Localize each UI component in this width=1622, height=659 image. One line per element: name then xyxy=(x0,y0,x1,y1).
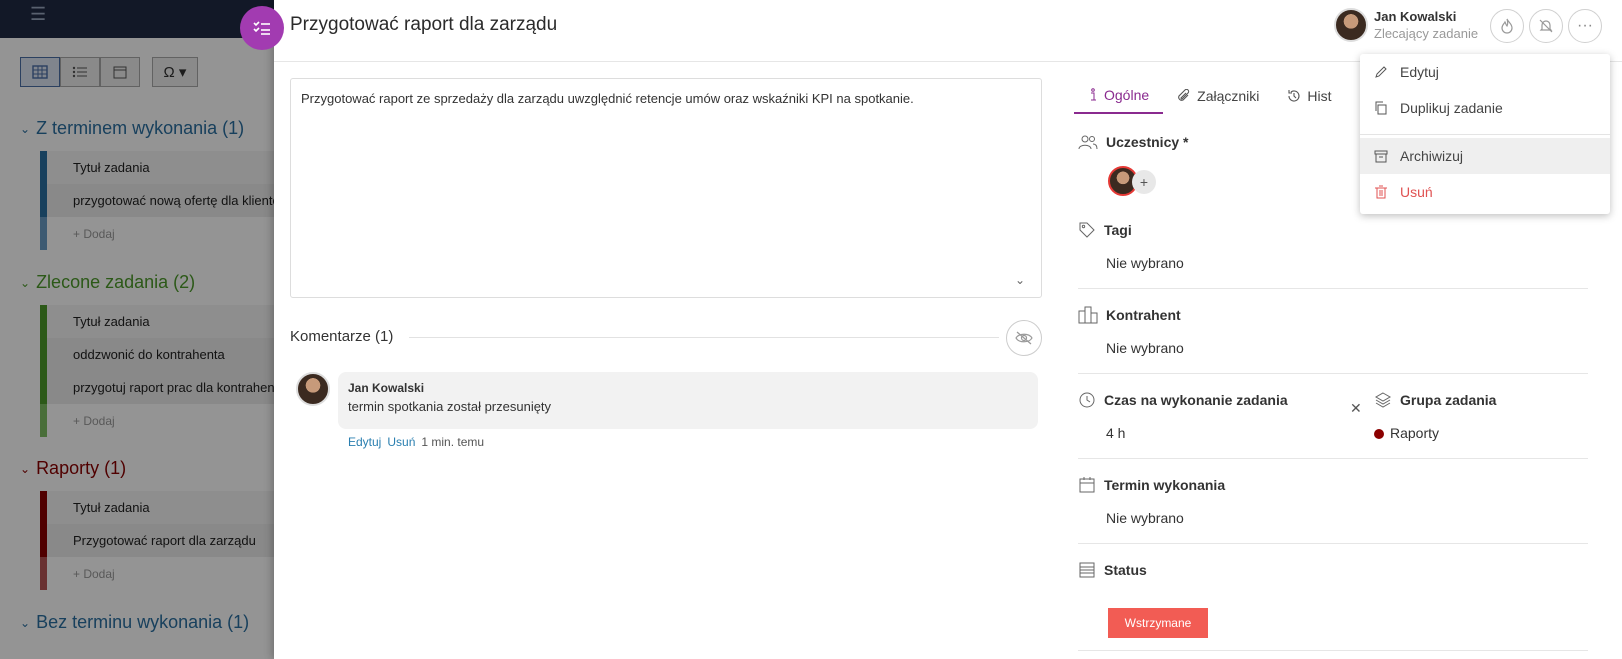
building-icon xyxy=(1078,306,1098,324)
comment-time: 1 min. temu xyxy=(421,435,485,449)
tab-attachments[interactable]: Załączniki xyxy=(1163,78,1273,114)
deadline-field[interactable]: Termin wykonania Nie wybrano xyxy=(1078,476,1588,526)
avatar[interactable] xyxy=(1334,8,1368,42)
chevron-down-icon[interactable]: ⌄ xyxy=(1015,273,1025,287)
divider xyxy=(1078,543,1588,544)
clock-icon xyxy=(1079,392,1095,408)
owner-role: Zlecający zadanie xyxy=(1374,26,1479,41)
hide-comments-button[interactable] xyxy=(1006,320,1042,356)
owner-name: Jan Kowalski xyxy=(1374,9,1457,24)
menu-item-archive[interactable]: Archiwizuj xyxy=(1360,138,1610,174)
mute-notifications-button[interactable] xyxy=(1529,9,1563,43)
time-value: 4 h xyxy=(1106,425,1126,441)
info-icon xyxy=(1091,88,1096,101)
avatar xyxy=(296,372,330,406)
status-field: Status xyxy=(1078,561,1588,579)
layers-icon xyxy=(1374,392,1392,408)
edit-comment-link[interactable]: Edytuj xyxy=(348,435,381,449)
divider xyxy=(1078,288,1588,289)
menu-item-edit[interactable]: Edytuj xyxy=(1360,54,1610,90)
checklist-icon xyxy=(253,21,270,35)
group-field[interactable]: Grupa zadania Raporty xyxy=(1374,391,1594,441)
more-options-button[interactable]: ··· xyxy=(1568,9,1602,43)
status-badge[interactable]: Wstrzymane xyxy=(1108,608,1208,638)
deadline-value: Nie wybrano xyxy=(1106,510,1184,526)
contractor-field[interactable]: Kontrahent Nie wybrano xyxy=(1078,306,1588,356)
tasks-app-icon[interactable] xyxy=(240,6,284,50)
tags-value: Nie wybrano xyxy=(1106,255,1184,271)
task-title: Przygotować raport dla zarządu xyxy=(290,14,558,35)
delete-comment-link[interactable]: Usuń xyxy=(387,435,415,449)
comment-text: termin spotkania został przesunięty xyxy=(348,399,552,414)
tab-general[interactable]: Ogólne xyxy=(1074,78,1164,114)
group-color-dot xyxy=(1374,429,1384,440)
time-field[interactable]: Czas na wykonanie zadania 4 h xyxy=(1078,391,1338,441)
users-icon xyxy=(1078,135,1098,150)
copy-icon xyxy=(1375,101,1387,115)
tab-history[interactable]: Hist xyxy=(1273,78,1345,114)
priority-button[interactable] xyxy=(1490,9,1524,43)
comment-bubble: Jan Kowalski termin spotkania został prz… xyxy=(338,372,1038,429)
description-editor[interactable]: Przygotować raport ze sprzedaży dla zarz… xyxy=(290,78,1042,298)
paperclip-icon xyxy=(1178,89,1190,101)
tags-field[interactable]: Tagi Nie wybrano xyxy=(1078,221,1588,271)
divider xyxy=(1078,373,1588,374)
detail-tabs: Ogólne Załączniki Hist xyxy=(1074,78,1346,114)
trash-icon xyxy=(1375,185,1387,199)
clear-time-button[interactable]: ✕ xyxy=(1350,400,1362,417)
more-options-menu: Edytuj Duplikuj zadanie Archiwizuj Usuń xyxy=(1360,54,1610,214)
archive-icon xyxy=(1374,150,1388,163)
group-value: Raporty xyxy=(1390,425,1440,441)
pencil-icon xyxy=(1375,66,1387,78)
panel-header: Przygotować raport dla zarządu Jan Kowal… xyxy=(274,0,1622,62)
menu-item-delete[interactable]: Usuń xyxy=(1360,174,1610,210)
contractor-value: Nie wybrano xyxy=(1106,340,1184,356)
add-participant-button[interactable]: + xyxy=(1132,170,1156,194)
divider xyxy=(1078,650,1588,651)
tag-icon xyxy=(1079,222,1095,238)
bell-off-icon xyxy=(1539,19,1553,33)
status-list-icon xyxy=(1079,562,1095,578)
comment-actions: Edytuj Usuń 1 min. temu xyxy=(348,435,484,449)
flame-icon xyxy=(1501,18,1513,34)
description-text: Przygotować raport ze sprzedaży dla zarz… xyxy=(301,91,914,106)
divider xyxy=(409,337,999,338)
menu-item-duplicate[interactable]: Duplikuj zadanie xyxy=(1360,90,1610,126)
divider xyxy=(1078,458,1588,459)
eye-off-icon xyxy=(1015,331,1033,345)
divider xyxy=(1360,134,1610,135)
history-icon xyxy=(1288,90,1300,102)
comment-author: Jan Kowalski xyxy=(348,381,425,395)
calendar-icon xyxy=(1079,477,1095,493)
comments-title: Komentarze (1) xyxy=(290,328,394,345)
